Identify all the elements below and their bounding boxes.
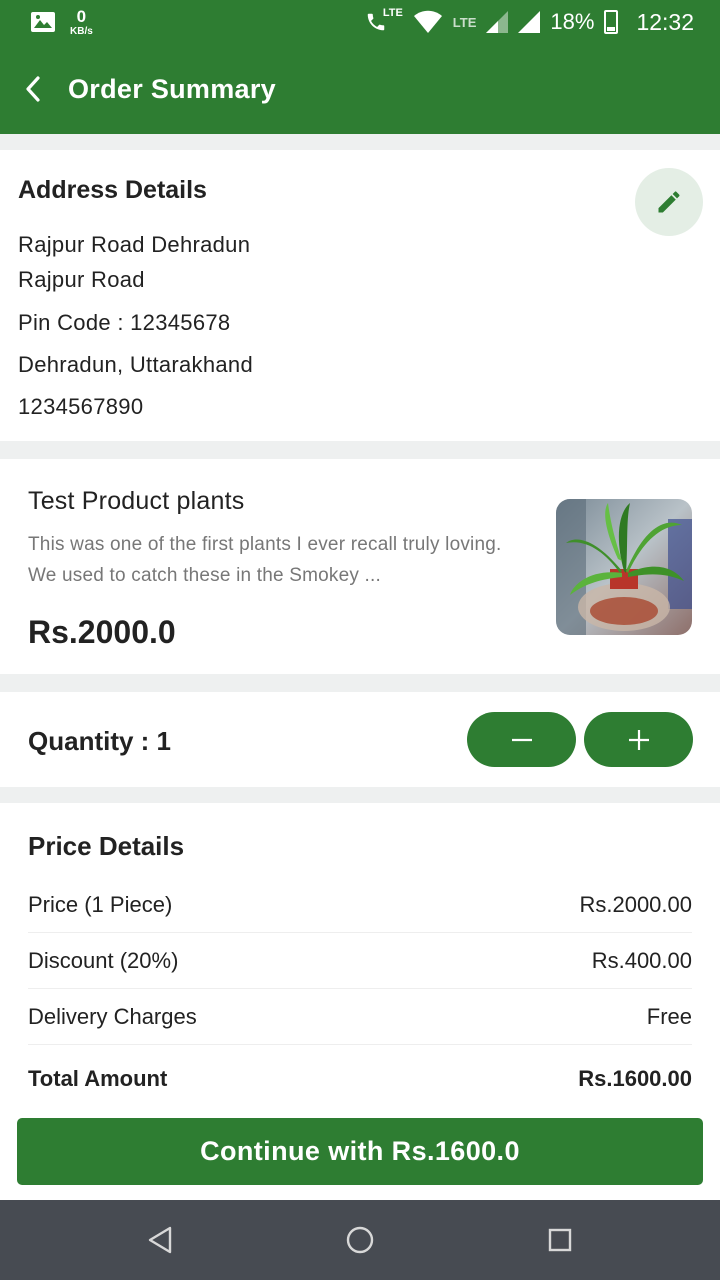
price-details-card: Price Details Price (1 Piece) Rs.2000.00… (0, 803, 720, 1108)
price-row-label: Price (1 Piece) (28, 891, 173, 917)
delivery-row-label: Delivery Charges (28, 1003, 197, 1029)
address-phone: 1234567890 (18, 394, 144, 419)
delivery-row: Delivery Charges Free (28, 989, 692, 1045)
address-title: Address Details (18, 176, 207, 204)
address-line-1: Rajpur Road Dehradun (18, 232, 251, 257)
plus-icon (628, 729, 649, 750)
signal-1-icon (486, 11, 509, 33)
product-name: Test Product plants (28, 487, 245, 515)
network-speed-value: 0 (76, 6, 87, 26)
gallery-notification-icon (30, 11, 56, 33)
status-bar: 0 KB/s LTE LTE 18% 12:32 (0, 0, 720, 44)
wifi-icon (413, 10, 443, 34)
quantity-card: Quantity : 1 (0, 692, 720, 787)
total-amount-label: Total Amount (28, 1066, 168, 1091)
battery-icon (604, 10, 619, 34)
signal-2-icon (518, 11, 541, 33)
product-price: Rs.2000.0 (28, 614, 176, 650)
address-line-2: Rajpur Road (18, 267, 145, 292)
nav-home-button[interactable] (340, 1220, 380, 1260)
discount-row-label: Discount (20%) (28, 947, 179, 973)
volte-call-icon: LTE (365, 7, 403, 33)
pencil-icon (658, 191, 680, 213)
decrease-quantity-button[interactable] (467, 712, 576, 767)
continue-button[interactable]: Continue with Rs.1600.0 (17, 1118, 703, 1185)
square-recents-icon (548, 1228, 572, 1252)
quantity-label: Quantity : 1 (28, 726, 172, 756)
back-button[interactable] (0, 44, 68, 134)
network-speed-unit: KB/s (70, 25, 93, 37)
system-nav-bar (0, 1200, 720, 1280)
battery-percent: 18% (550, 9, 595, 34)
product-card[interactable]: Test Product plants This was one of the … (0, 459, 720, 674)
nav-recents-button[interactable] (540, 1220, 580, 1260)
clock: 12:32 (636, 8, 694, 35)
address-city-state: Dehradun, Uttarakhand (18, 352, 254, 377)
network-speed: 0 KB/s (70, 8, 93, 37)
triangle-back-icon (148, 1226, 172, 1254)
price-row: Price (1 Piece) Rs.2000.00 (28, 877, 692, 933)
total-row: Total Amount Rs.1600.00 (28, 1051, 692, 1107)
back-arrow-icon (26, 76, 40, 102)
product-image (556, 499, 692, 635)
price-row-value: Rs.2000.00 (579, 891, 692, 917)
page-title: Order Summary (68, 73, 276, 104)
nav-back-button[interactable] (140, 1220, 180, 1260)
discount-row-value: Rs.400.00 (591, 947, 692, 973)
edit-address-button[interactable] (635, 168, 703, 236)
circle-home-icon (346, 1226, 374, 1254)
total-amount-value: Rs.1600.00 (578, 1066, 692, 1091)
app-bar: Order Summary (0, 44, 720, 134)
price-details-title: Price Details (28, 831, 185, 861)
product-description: This was one of the first plants I ever … (28, 534, 502, 586)
delivery-row-value: Free (646, 1003, 692, 1029)
minus-icon (511, 738, 532, 741)
lte-call-label: LTE (382, 7, 403, 19)
address-card: Address Details Rajpur Road Dehradun Raj… (0, 150, 720, 441)
address-pincode: Pin Code : 12345678 (18, 310, 231, 335)
discount-row: Discount (20%) Rs.400.00 (28, 933, 692, 989)
lte-signal-label: LTE (452, 14, 477, 30)
increase-quantity-button[interactable] (584, 712, 693, 767)
